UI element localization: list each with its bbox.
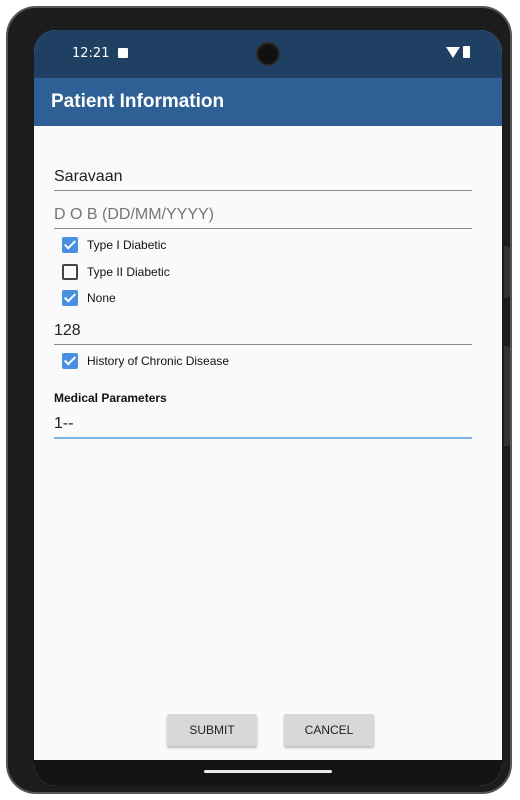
- power-button: [504, 246, 510, 298]
- checkbox-label: Type II Diabetic: [87, 265, 170, 279]
- screen: 12:21 Patient Information Saravaan D O B…: [34, 30, 502, 786]
- form-content: Saravaan D O B (DD/MM/YYYY) Type I Diabe…: [34, 126, 502, 786]
- unchecked-box-icon: [62, 264, 78, 280]
- checked-box-icon: [62, 353, 78, 369]
- home-indicator[interactable]: [204, 770, 332, 773]
- notification-icon: [118, 48, 128, 58]
- page-title: Patient Information: [51, 91, 225, 112]
- checkbox-type2-diabetic[interactable]: Type II Diabetic: [62, 262, 170, 282]
- checked-box-icon: [62, 237, 78, 253]
- device-frame: 12:21 Patient Information Saravaan D O B…: [6, 6, 512, 794]
- app-bar: Patient Information: [34, 78, 502, 126]
- dob-field[interactable]: D O B (DD/MM/YYYY): [54, 206, 472, 229]
- parameters-field[interactable]: 1--: [54, 415, 472, 439]
- checkbox-chronic-disease[interactable]: History of Chronic Disease: [62, 351, 229, 371]
- section-title: Medical Parameters: [54, 391, 167, 405]
- checkbox-label: Type I Diabetic: [87, 238, 167, 252]
- status-time: 12:21: [72, 46, 110, 61]
- battery-icon: [463, 46, 470, 58]
- status-bar: 12:21: [34, 30, 502, 78]
- camera-cutout: [256, 42, 280, 66]
- checkbox-label: None: [87, 291, 116, 305]
- name-field[interactable]: Saravaan: [54, 168, 472, 191]
- checked-box-icon: [62, 290, 78, 306]
- volume-button: [504, 346, 510, 446]
- checkbox-none[interactable]: None: [62, 288, 116, 308]
- number-field[interactable]: 128: [54, 322, 472, 345]
- submit-button[interactable]: SUBMIT: [167, 714, 257, 746]
- navigation-bar: [34, 760, 502, 786]
- checkbox-label: History of Chronic Disease: [87, 354, 230, 368]
- cancel-button[interactable]: CANCEL: [284, 714, 374, 746]
- wifi-icon: [446, 47, 460, 58]
- checkbox-type1-diabetic[interactable]: Type I Diabetic: [62, 235, 166, 255]
